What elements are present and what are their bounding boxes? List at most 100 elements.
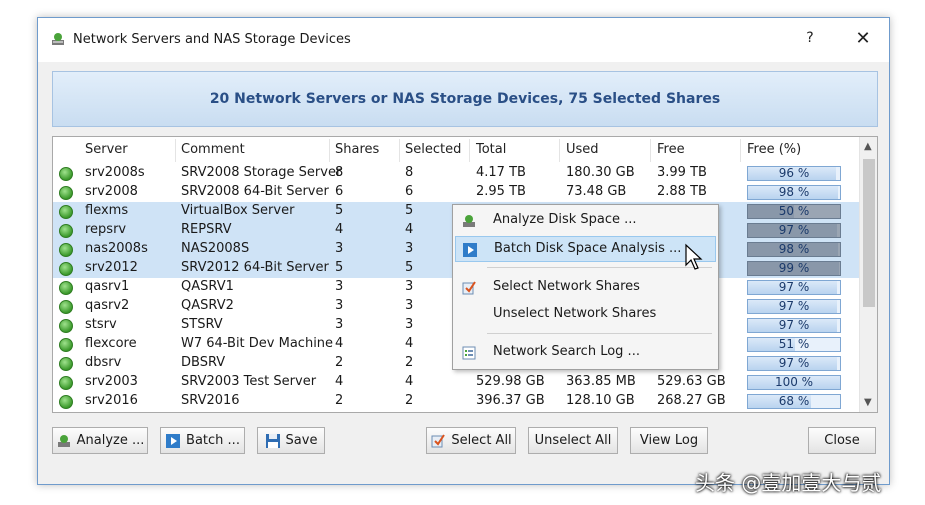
table-row[interactable]: srv2016 SRV2016 2 2 396.37 GB 128.10 GB 268.27… xyxy=(53,392,859,411)
cell-total: 396.37 GB xyxy=(476,393,545,408)
cell-selected: 2 xyxy=(405,393,414,408)
cell-selected: 5 xyxy=(405,260,414,275)
free-percent-label: 51 % xyxy=(778,337,810,351)
cell-selected: 4 xyxy=(405,336,414,351)
cell-free: 3.99 TB xyxy=(657,165,707,180)
watermark-text: 头条 @壹加壹大与贰 xyxy=(695,471,882,495)
cell-server: srv2008 xyxy=(85,184,138,199)
cell-server: repsrv xyxy=(85,222,127,237)
cell-server: flexcore xyxy=(85,336,137,351)
cell-server: flexms xyxy=(85,203,129,218)
select-icon xyxy=(462,281,476,295)
cell-selected: 8 xyxy=(405,165,414,180)
free-percent-label: 68 % xyxy=(778,394,810,408)
table-row[interactable]: srv2008s SRV2008 Storage Server 8 8 4.17 TB 1… xyxy=(53,164,859,183)
cell-used: 180.30 GB xyxy=(566,165,635,180)
cell-server: qasrv2 xyxy=(85,298,130,313)
cell-shares: 3 xyxy=(335,298,344,313)
free-percent-bar: 97 % xyxy=(747,223,841,238)
cell-free: 268.27 GB xyxy=(657,393,726,408)
cell-shares: 4 xyxy=(335,374,344,389)
scroll-down-icon[interactable]: ▼ xyxy=(864,397,872,408)
cell-server: srv2016 xyxy=(85,393,138,408)
menu-item-select-network-shares[interactable]: Select Network Shares xyxy=(455,275,716,301)
column-header-server[interactable]: Server xyxy=(85,142,128,157)
free-percent-bar: 51 % xyxy=(747,337,841,352)
table-row[interactable]: srv2008 SRV2008 64-Bit Server 6 6 2.95 TB 73.… xyxy=(53,183,859,202)
menu-label: Batch Disk Space Analysis ... xyxy=(494,241,682,256)
free-percent-bar: 98 % xyxy=(747,242,841,257)
analyze-button[interactable]: Analyze ... xyxy=(52,427,148,454)
cell-selected: 4 xyxy=(405,374,414,389)
column-header-selected[interactable]: Selected xyxy=(405,142,461,157)
summary-banner: 20 Network Servers or NAS Storage Device… xyxy=(52,71,878,127)
cell-comment: QASRV1 xyxy=(181,279,234,294)
column-header-used[interactable]: Used xyxy=(566,142,599,157)
server-status-icon xyxy=(59,243,73,257)
column-header-total[interactable]: Total xyxy=(476,142,506,157)
menu-item-unselect-network-shares[interactable]: Unselect Network Shares xyxy=(455,302,716,328)
menu-item-batch-disk-space-analysis[interactable]: Batch Disk Space Analysis ... xyxy=(455,236,716,262)
window-title: Network Servers and NAS Storage Devices xyxy=(73,32,351,47)
view-log-button-label: View Log xyxy=(639,433,699,448)
cell-comment: VirtualBox Server xyxy=(181,203,295,218)
cell-selected: 3 xyxy=(405,241,414,256)
cell-comment: SRV2003 Test Server xyxy=(181,374,317,389)
title-bar: Network Servers and NAS Storage Devices … xyxy=(38,18,889,62)
free-percent-bar: 97 % xyxy=(747,356,841,371)
scroll-thumb[interactable] xyxy=(863,159,875,307)
table-row[interactable]: srv2003 SRV2003 Test Server 4 4 529.98 GB 363… xyxy=(53,373,859,392)
cell-selected: 3 xyxy=(405,279,414,294)
cell-shares: 5 xyxy=(335,203,344,218)
menu-label: Analyze Disk Space ... xyxy=(493,212,637,227)
free-percent-label: 98 % xyxy=(778,242,810,256)
app-icon xyxy=(52,33,64,45)
vertical-scrollbar[interactable]: ▲ ▼ xyxy=(859,137,877,412)
save-button[interactable]: Save xyxy=(257,427,325,454)
cell-shares: 5 xyxy=(335,260,344,275)
free-percent-label: 97 % xyxy=(778,356,810,370)
cell-shares: 2 xyxy=(335,393,344,408)
cell-comment: SRV2008 64-Bit Server xyxy=(181,184,329,199)
close-button[interactable]: Close xyxy=(808,427,876,454)
cell-server: dbsrv xyxy=(85,355,122,370)
menu-label: Unselect Network Shares xyxy=(493,306,657,321)
server-status-icon xyxy=(59,376,73,390)
column-header-comment[interactable]: Comment xyxy=(181,142,245,157)
free-percent-label: 96 % xyxy=(778,166,810,180)
free-percent-bar: 50 % xyxy=(747,204,841,219)
server-status-icon xyxy=(59,357,73,371)
play-icon xyxy=(166,433,181,448)
analyze-button-label: Analyze ... xyxy=(76,433,145,448)
unselect-all-button[interactable]: Unselect All xyxy=(528,427,618,454)
column-header-shares[interactable]: Shares xyxy=(335,142,379,157)
menu-item-network-search-log[interactable]: Network Search Log ... xyxy=(455,340,716,366)
cell-server: srv2008s xyxy=(85,165,145,180)
free-percent-bar: 97 % xyxy=(747,299,841,314)
column-header-free-pct[interactable]: Free (%) xyxy=(747,142,801,157)
log-icon xyxy=(462,346,476,360)
cell-comment: DBSRV xyxy=(181,355,226,370)
free-percent-bar: 97 % xyxy=(747,280,841,295)
close-button-label: Close xyxy=(824,433,860,448)
cell-comment: SRV2012 64-Bit Server xyxy=(181,260,329,275)
menu-item-analyze-disk-space[interactable]: Analyze Disk Space ... xyxy=(455,208,716,234)
column-header-free[interactable]: Free xyxy=(657,142,685,157)
select-all-button[interactable]: Select All xyxy=(426,427,516,454)
summary-text: 20 Network Servers or NAS Storage Device… xyxy=(209,91,721,107)
batch-button-label: Batch ... xyxy=(186,433,240,448)
free-percent-bar: 100 % xyxy=(747,375,841,390)
help-button[interactable]: ? xyxy=(800,30,820,50)
cell-selected: 2 xyxy=(405,355,414,370)
server-status-icon xyxy=(59,300,73,314)
cell-shares: 3 xyxy=(335,241,344,256)
cell-used: 128.10 GB xyxy=(566,393,635,408)
close-window-button[interactable]: ✕ xyxy=(852,28,874,50)
free-percent-label: 97 % xyxy=(778,223,810,237)
menu-label: Select Network Shares xyxy=(493,279,640,294)
server-status-icon xyxy=(59,262,73,276)
cell-server: nas2008s xyxy=(85,241,148,256)
batch-button[interactable]: Batch ... xyxy=(160,427,245,454)
view-log-button[interactable]: View Log xyxy=(630,427,708,454)
scroll-up-icon[interactable]: ▲ xyxy=(864,141,872,152)
